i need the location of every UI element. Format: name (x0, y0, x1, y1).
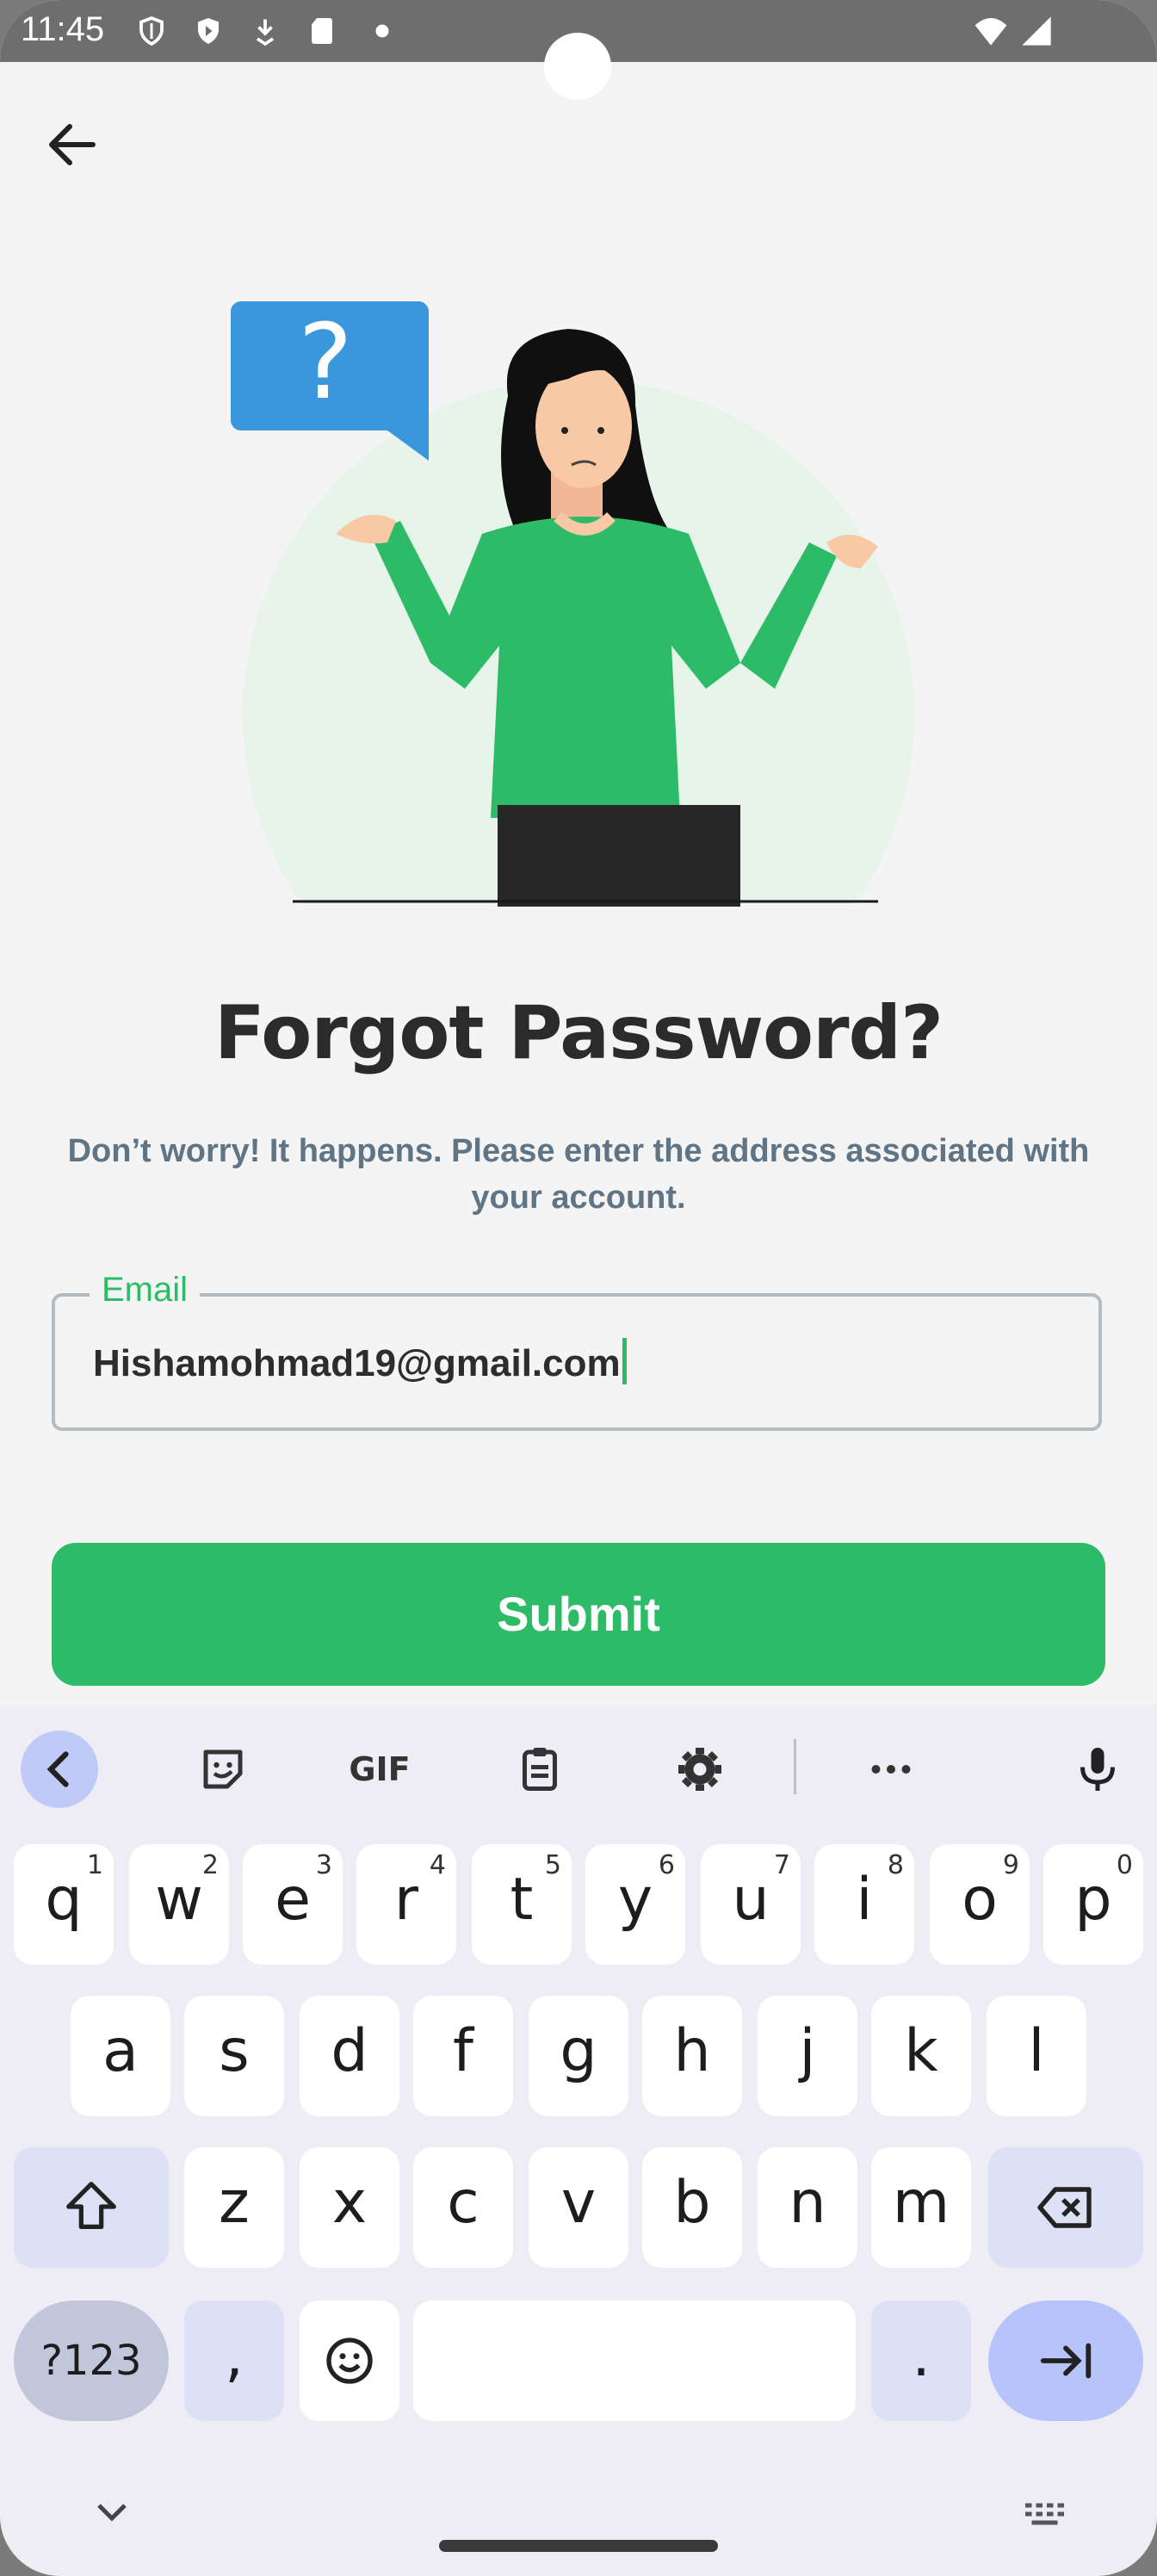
home-gesture-bar[interactable] (439, 2540, 718, 2552)
shift-key[interactable] (14, 2147, 169, 2268)
key-q[interactable]: q1 (14, 1844, 114, 1965)
emoji-key[interactable] (300, 2300, 399, 2421)
key-o[interactable]: o9 (930, 1844, 1030, 1965)
key-r-hint: 4 (429, 1850, 446, 1880)
key-v[interactable]: v (529, 2147, 628, 2268)
keyboard-switch-icon[interactable] (1021, 2497, 1073, 2531)
shift-icon (66, 2182, 116, 2229)
clipboard-button[interactable] (501, 1731, 578, 1808)
backspace-key[interactable] (988, 2147, 1143, 2268)
key-k[interactable]: k (871, 1996, 971, 2116)
key-t-hint: 5 (544, 1850, 561, 1880)
space-key[interactable] (413, 2300, 856, 2421)
key-m[interactable]: m (871, 2147, 971, 2268)
sticker-icon (203, 1749, 243, 1789)
microphone-icon (1080, 1748, 1115, 1791)
key-p-hint: 0 (1116, 1850, 1133, 1880)
wifi-icon (974, 18, 1007, 46)
key-e[interactable]: e3 (243, 1844, 343, 1965)
tab-arrow-icon (1040, 2343, 1092, 2379)
status-time: 11:45 (21, 10, 105, 48)
key-e-hint: 3 (315, 1850, 332, 1880)
comma-key[interactable]: , (184, 2300, 284, 2421)
key-f[interactable]: f (413, 1996, 513, 2116)
keyboard (0, 1705, 1157, 2576)
key-e-label: e (275, 1866, 311, 1934)
key-o-hint: 9 (1002, 1850, 1019, 1880)
key-y-hint: 6 (658, 1850, 675, 1880)
key-d[interactable]: d (300, 1996, 399, 2116)
key-y-label: y (617, 1866, 653, 1934)
chevron-down-icon[interactable] (86, 2497, 138, 2531)
signal-icon (1022, 16, 1051, 46)
dot-icon (375, 24, 389, 38)
sd-card-icon (312, 18, 332, 44)
keyboard-collapse-button[interactable] (21, 1731, 98, 1808)
clipboard-icon (523, 1748, 557, 1791)
camera-cutout (544, 33, 611, 100)
key-g[interactable]: g (529, 1996, 628, 2116)
enter-key[interactable] (988, 2300, 1143, 2421)
gif-label: GIF (349, 1750, 411, 1788)
key-w[interactable]: w2 (129, 1844, 229, 1965)
key-z[interactable]: z (184, 2147, 284, 2268)
key-p[interactable]: p0 (1043, 1844, 1143, 1965)
key-i-hint: 8 (887, 1850, 904, 1880)
key-j[interactable]: j (758, 1996, 857, 2116)
key-s[interactable]: s (184, 1996, 284, 2116)
key-q-label: q (45, 1866, 83, 1934)
page-title: Forgot Password? (214, 990, 944, 1076)
key-i[interactable]: i8 (814, 1844, 914, 1965)
confused-woman-question-illustration: ? (224, 301, 947, 921)
voice-input-button[interactable] (1059, 1731, 1136, 1808)
key-l[interactable]: l (987, 1996, 1086, 2116)
key-o-label: o (962, 1866, 998, 1934)
key-b[interactable]: b (642, 2147, 742, 2268)
email-field-value[interactable]: Hishamohmad19@gmail.com (93, 1338, 627, 1385)
key-u-hint: 7 (773, 1850, 790, 1880)
keyboard-settings-button[interactable] (661, 1731, 739, 1808)
key-w-label: w (155, 1866, 203, 1934)
email-field[interactable]: Email Hishamohmad19@gmail.com (52, 1271, 1102, 1431)
key-r[interactable]: r4 (356, 1844, 456, 1965)
key-u[interactable]: u7 (701, 1844, 801, 1965)
gif-button[interactable]: GIF (341, 1731, 418, 1808)
key-i-label: i (856, 1866, 873, 1934)
email-value-text: Hishamohmad19@gmail.com (93, 1342, 621, 1384)
key-t-label: t (510, 1866, 534, 1934)
gear-icon (678, 1748, 721, 1791)
text-caret (622, 1338, 627, 1384)
forgot-password-screen: 11:45 ? Forgot Password? Don’t worry! It… (0, 0, 1157, 2576)
key-n[interactable]: n (758, 2147, 857, 2268)
page-subtitle: Don’t worry! It happens. Please enter th… (67, 1133, 1090, 1216)
sticker-button[interactable] (184, 1731, 262, 1808)
key-q-hint: 1 (86, 1850, 103, 1880)
chevron-left-icon (46, 1751, 69, 1787)
key-h[interactable]: h (642, 1996, 742, 2116)
download-icon (256, 19, 275, 46)
key-t[interactable]: t5 (472, 1844, 572, 1965)
submit-button[interactable]: Submit (52, 1543, 1105, 1686)
more-button[interactable] (852, 1731, 930, 1808)
symbols-key[interactable]: ?123 (14, 2300, 169, 2421)
more-icon (871, 1765, 911, 1774)
backspace-icon (1037, 2187, 1092, 2228)
key-a[interactable]: a (71, 1996, 170, 2116)
arrow-left-icon[interactable] (41, 114, 103, 176)
key-x[interactable]: x (300, 2147, 399, 2268)
period-key[interactable]: . (871, 2300, 971, 2421)
key-c[interactable]: c (413, 2147, 513, 2268)
key-r-label: r (394, 1866, 418, 1934)
play-shield-icon (198, 18, 219, 44)
toolbar-divider (794, 1739, 796, 1794)
key-p-label: p (1074, 1866, 1112, 1934)
email-field-label: Email (90, 1271, 201, 1310)
shield-icon (139, 15, 164, 46)
smiley-icon (326, 2338, 373, 2384)
key-y[interactable]: y6 (585, 1844, 685, 1965)
key-w-hint: 2 (201, 1850, 219, 1880)
key-u-label: u (732, 1866, 770, 1934)
svg-text:?: ? (298, 303, 353, 423)
